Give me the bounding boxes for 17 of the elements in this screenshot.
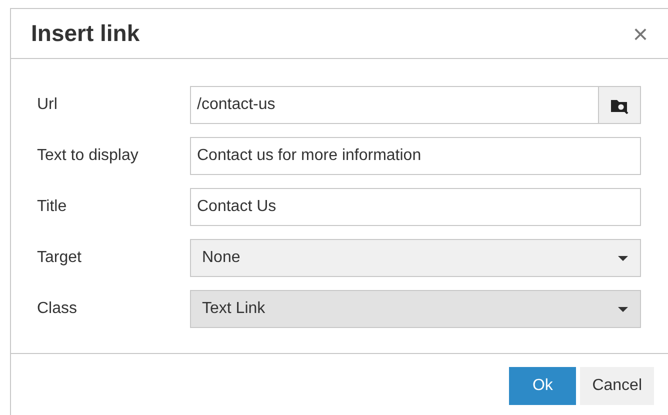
caret-icon: [618, 256, 628, 260]
field-label: Target: [37, 249, 82, 267]
field-label: Class: [37, 300, 78, 318]
caret-icon: [618, 306, 628, 312]
input-field[interactable]: Contact Us: [190, 188, 641, 226]
dialog-title: Insert link: [31, 20, 140, 47]
browse-button[interactable]: [599, 86, 641, 124]
field-label: Text to display: [37, 147, 140, 165]
field-label: Url: [37, 96, 58, 114]
input-field[interactable]: Contact us for more information: [190, 137, 641, 175]
dropdown[interactable]: Text Link: [190, 290, 641, 328]
input-field[interactable]: /contact-us: [190, 86, 599, 124]
cancel-button[interactable]: Cancel: [580, 367, 654, 405]
ok-button[interactable]: Ok: [509, 367, 576, 405]
close-button[interactable]: ×: [630, 20, 650, 46]
field-label: Title: [37, 198, 68, 216]
dropdown[interactable]: None: [190, 239, 641, 277]
